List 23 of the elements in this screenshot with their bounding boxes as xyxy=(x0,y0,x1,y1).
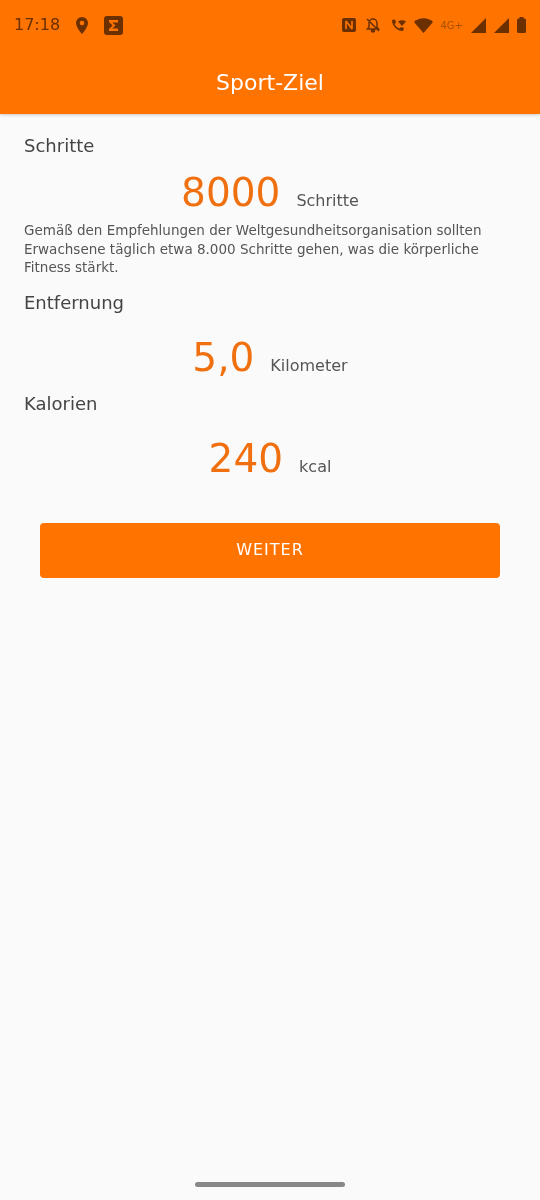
home-indicator[interactable] xyxy=(195,1182,345,1187)
signal-icon xyxy=(471,17,486,33)
continue-button[interactable]: WEITER xyxy=(40,522,500,578)
network-type: 4G+ xyxy=(440,18,463,33)
bell-off-icon xyxy=(364,17,381,33)
nfc-icon xyxy=(340,17,357,33)
wifi-icon xyxy=(413,17,433,33)
status-time: 17:18 xyxy=(14,14,61,36)
signal-icon xyxy=(494,17,509,33)
goal-unit: kcal xyxy=(299,455,332,478)
goal-unit: Kilometer xyxy=(270,354,348,377)
sigma-app-icon xyxy=(104,15,124,35)
goal-unit: Schritte xyxy=(296,190,359,212)
location-pin-icon xyxy=(76,16,89,34)
battery-icon xyxy=(517,17,526,33)
goal-label: Schritte xyxy=(24,134,96,158)
goal-value[interactable]: 5,0 xyxy=(192,337,255,377)
goal-value[interactable]: 8000 xyxy=(181,173,281,212)
goal-description: Gemäß den Empfehlungen der Weltgesundheitsorganisation sollten Erwachsene täglich etwa 8.000 Schritte gehen, was die körperliche Fitness stärkt. xyxy=(24,221,483,277)
goal-value[interactable]: 240 xyxy=(208,438,284,478)
goal-label: Kalorien xyxy=(24,391,99,416)
screen-title: Sport-Ziel xyxy=(216,68,324,97)
goal-label: Entfernung xyxy=(24,290,125,315)
